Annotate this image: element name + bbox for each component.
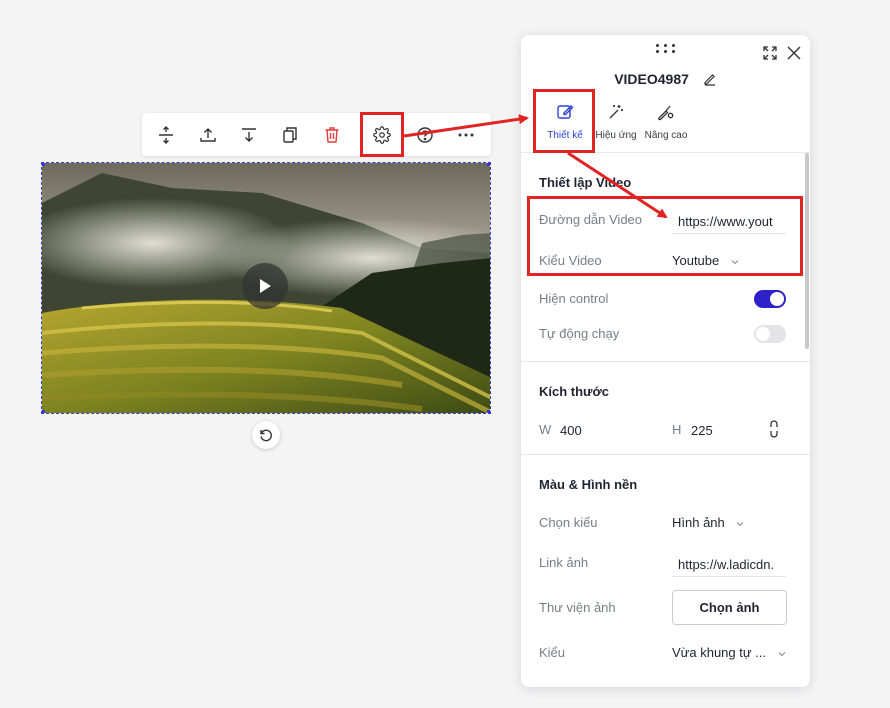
show-controls-label: Hiện control xyxy=(539,291,609,306)
more-icon xyxy=(458,133,474,136)
annotation-box-settings xyxy=(360,112,404,157)
bring-forward-icon xyxy=(200,127,216,142)
help-icon xyxy=(417,126,433,143)
element-name-text: VIDEO4987 xyxy=(614,71,689,88)
chevron-down-icon xyxy=(778,651,785,656)
annotation-box-video-fields xyxy=(527,196,803,276)
autoplay-toggle[interactable] xyxy=(754,325,786,343)
resize-handle-top-right[interactable] xyxy=(487,163,490,166)
image-link-input[interactable]: https://w.ladicdn. xyxy=(672,557,786,577)
play-button[interactable] xyxy=(242,263,288,309)
delete-icon xyxy=(325,126,339,143)
height-input[interactable]: 225 xyxy=(691,423,713,438)
image-fit-value: Vừa khung tự ... xyxy=(672,645,767,660)
element-toolbar xyxy=(142,113,491,156)
width-label: W xyxy=(539,422,552,437)
background-title: Màu & Hình nền xyxy=(539,477,638,492)
tab-advanced-label: Nâng cao xyxy=(644,130,688,141)
size-title: Kích thước xyxy=(539,384,609,399)
resize-handle-bottom-right[interactable] xyxy=(487,410,490,413)
rotate-handle[interactable] xyxy=(252,421,280,449)
advanced-settings-icon xyxy=(658,105,674,121)
bring-forward-button[interactable] xyxy=(190,113,226,156)
duplicate-button[interactable] xyxy=(272,113,308,156)
panel-scrollbar[interactable] xyxy=(805,153,809,349)
delete-button[interactable] xyxy=(314,113,350,156)
resize-handle-top-left[interactable] xyxy=(42,163,45,166)
tab-advanced[interactable]: Nâng cao xyxy=(641,101,691,149)
rename-icon[interactable] xyxy=(703,72,717,86)
image-library-label: Thư viện ảnh xyxy=(539,600,616,615)
expand-icon xyxy=(763,46,777,60)
show-controls-toggle[interactable] xyxy=(754,290,786,308)
help-button[interactable] xyxy=(407,113,443,156)
image-fit-select[interactable]: Vừa khung tự ... xyxy=(672,645,786,660)
video-settings-title: Thiết lập Video xyxy=(539,175,632,190)
tab-effects-label: Hiệu ứng xyxy=(595,130,637,141)
close-icon xyxy=(787,46,801,60)
play-icon xyxy=(260,279,271,293)
more-button[interactable] xyxy=(448,113,484,156)
panel-drag-handle[interactable] xyxy=(655,43,677,55)
resize-handle-bottom-left[interactable] xyxy=(42,410,45,413)
distribute-vertical-icon xyxy=(159,125,173,144)
send-backward-button[interactable] xyxy=(231,113,267,156)
tab-effects[interactable]: Hiệu ứng xyxy=(592,101,640,149)
duplicate-icon xyxy=(283,126,297,143)
rotate-icon xyxy=(260,429,272,442)
image-link-label: Link ảnh xyxy=(539,555,589,570)
lock-ratio-button[interactable] xyxy=(765,418,783,440)
height-label: H xyxy=(672,422,682,437)
image-fit-label: Kiểu xyxy=(539,645,566,660)
section-divider xyxy=(521,454,810,455)
choose-image-button[interactable]: Chọn ảnh xyxy=(672,590,787,625)
section-divider xyxy=(521,361,810,362)
link-ratio-icon xyxy=(770,420,778,438)
video-element[interactable] xyxy=(41,162,491,414)
bg-style-value: Hình ảnh xyxy=(672,515,725,530)
bg-style-select[interactable]: Hình ảnh xyxy=(672,515,744,530)
autoplay-label: Tự động chạy xyxy=(539,326,620,341)
send-backward-icon xyxy=(242,127,256,142)
distribute-vertical-button[interactable] xyxy=(148,113,184,156)
expand-button[interactable] xyxy=(761,44,779,62)
width-input[interactable]: 400 xyxy=(560,423,582,438)
annotation-box-design-tab xyxy=(533,89,595,153)
element-name: VIDEO4987 xyxy=(521,70,810,87)
chevron-down-icon xyxy=(737,521,744,526)
close-button[interactable] xyxy=(785,44,803,62)
magic-wand-icon xyxy=(609,105,623,119)
bg-style-label: Chọn kiểu xyxy=(539,515,598,530)
